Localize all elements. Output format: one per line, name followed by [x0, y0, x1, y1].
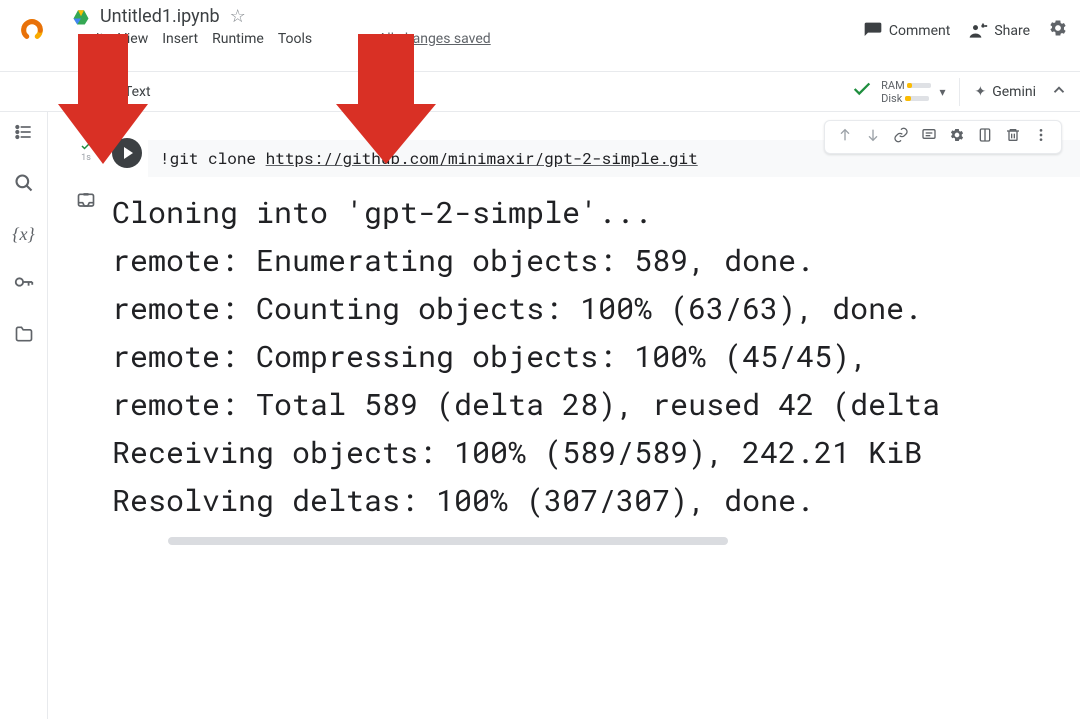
- files-icon[interactable]: [14, 324, 34, 349]
- gemini-button[interactable]: ✦ Gemini: [974, 84, 1036, 100]
- output-scrollbar[interactable]: [106, 537, 1080, 547]
- runtime-dropdown-icon[interactable]: ▾: [939, 85, 945, 99]
- comment-button[interactable]: Comment: [863, 21, 950, 41]
- menu-tools[interactable]: Tools: [278, 31, 312, 47]
- ram-disk-meter: RAM Disk: [881, 79, 931, 105]
- check-icon: [851, 78, 873, 105]
- settings-icon[interactable]: [1048, 18, 1068, 43]
- cell-output: Cloning into 'gpt-2-simple'... remote: E…: [106, 183, 1080, 525]
- menu-bar: File it View Insert Runtime Tools All ch…: [72, 31, 863, 47]
- variables-icon[interactable]: {x}: [12, 224, 34, 245]
- cell-toolbar: [824, 120, 1062, 154]
- secrets-icon[interactable]: [13, 271, 35, 298]
- share-icon: [968, 21, 988, 41]
- toc-icon[interactable]: [14, 122, 34, 147]
- star-icon[interactable]: ☆: [230, 6, 246, 27]
- link-icon[interactable]: [893, 127, 909, 147]
- colab-logo: [12, 10, 54, 52]
- menu-runtime[interactable]: Runtime: [212, 31, 264, 47]
- notebook-main: 1s !git clone https://github.com/minimax…: [48, 112, 1080, 719]
- toolbar: + Text RAM Disk ▾ ✦ Gemini: [0, 72, 1080, 112]
- divider: [959, 78, 960, 106]
- code-cell: 1s !git clone https://github.com/minimax…: [66, 140, 1080, 547]
- delete-icon[interactable]: [1005, 127, 1021, 147]
- drive-icon: [72, 8, 90, 26]
- move-down-icon[interactable]: [865, 127, 881, 147]
- more-icon[interactable]: [1033, 127, 1049, 147]
- move-up-icon[interactable]: [837, 127, 853, 147]
- runtime-status[interactable]: RAM Disk ▾: [851, 78, 945, 105]
- mirror-icon[interactable]: [977, 127, 993, 147]
- gemini-label: Gemini: [992, 84, 1036, 100]
- comment-cell-icon[interactable]: [921, 127, 937, 147]
- share-button[interactable]: Share: [968, 21, 1030, 41]
- annotation-arrow: [58, 34, 148, 164]
- doc-title[interactable]: Untitled1.ipynb: [100, 6, 220, 27]
- comment-label: Comment: [889, 23, 950, 39]
- comment-icon: [863, 21, 883, 41]
- share-label: Share: [994, 23, 1030, 39]
- collapse-icon[interactable]: [1050, 80, 1068, 104]
- annotation-arrow: [336, 34, 436, 164]
- code-url: https://github.com/minimaxir/gpt-2-simpl…: [266, 148, 698, 169]
- output-toggle-icon[interactable]: [76, 191, 96, 216]
- cell-settings-icon[interactable]: [949, 127, 965, 147]
- code-text-prefix: !git clone: [160, 148, 266, 169]
- header: Untitled1.ipynb ☆ File it View Insert Ru…: [0, 0, 1080, 72]
- sparkle-icon: ✦: [974, 84, 986, 100]
- search-icon[interactable]: [14, 173, 34, 198]
- title-block: Untitled1.ipynb ☆ File it View Insert Ru…: [72, 6, 863, 47]
- menu-insert[interactable]: Insert: [162, 31, 198, 47]
- left-rail: {x}: [0, 112, 48, 719]
